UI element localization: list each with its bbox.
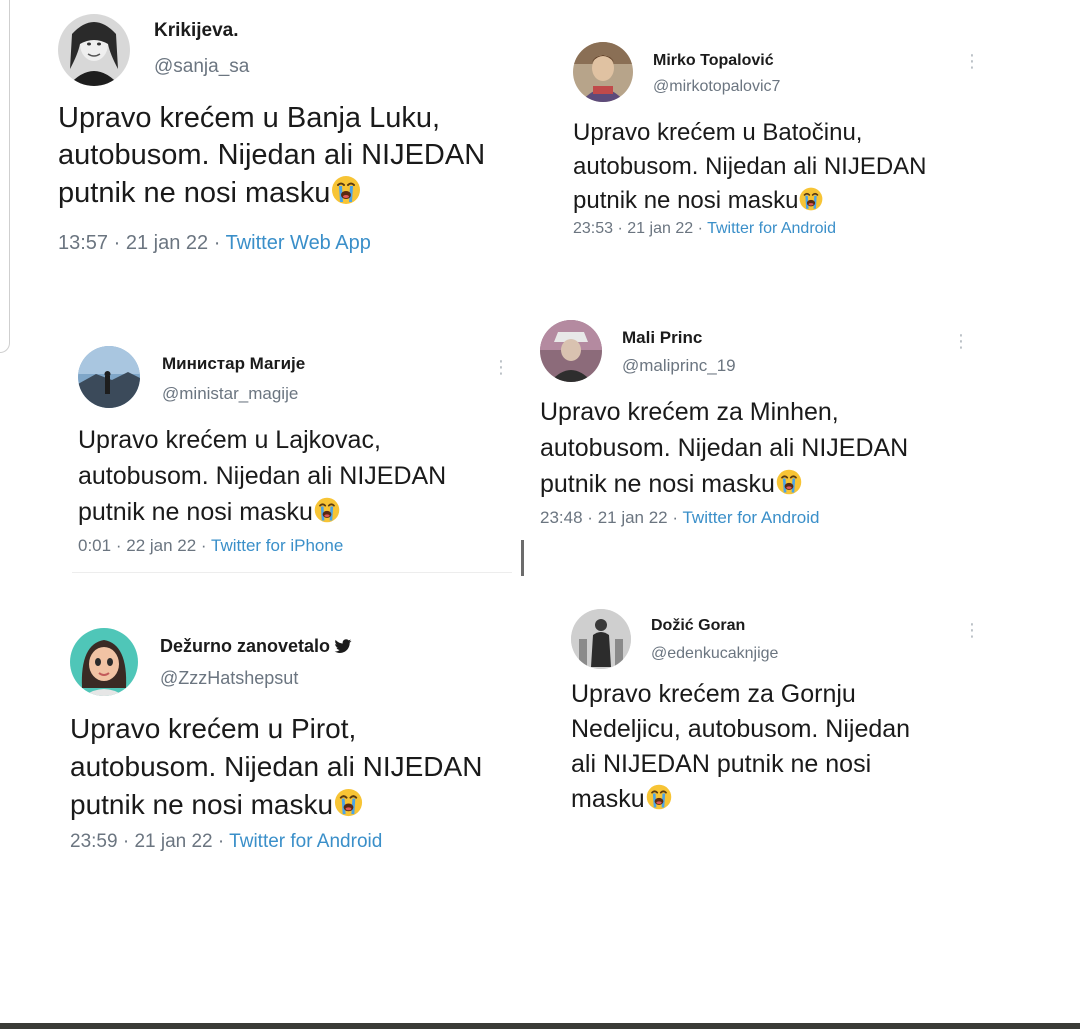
- tweet-text-line: Upravo krećem u Pirot,: [70, 713, 357, 744]
- tweet-text-line: Upravo krećem za Minhen,: [540, 398, 839, 426]
- woman-selfie-avatar[interactable]: [58, 14, 130, 86]
- tweet-text-line: masku: [571, 785, 645, 813]
- tweet-text: Upravo krećem u Banja Luku, autobusom. N…: [58, 100, 485, 216]
- author-handle[interactable]: @sanja_sa: [154, 56, 249, 78]
- author-name[interactable]: Mirko Topalović: [653, 52, 774, 70]
- author-handle[interactable]: @mirkotopalovic7: [653, 78, 780, 96]
- tweet-text-line: putnik ne nosi masku: [573, 187, 799, 214]
- statue-avatar[interactable]: [571, 609, 631, 669]
- more-dots-icon[interactable]: ⋮: [952, 332, 970, 350]
- tweet-text-line: autobusom. Nijedan ali NIJEDAN: [58, 139, 486, 171]
- cartoon-girl-avatar[interactable]: [70, 628, 138, 696]
- author-name[interactable]: Dežurno zanovetalo: [160, 636, 352, 659]
- twitter-bird-icon: [334, 638, 352, 659]
- divider-line: [72, 572, 512, 573]
- tweet-time[interactable]: 13:57: [58, 232, 108, 254]
- tweet-meta: 0:01 · 22 jan 22 · Twitter for iPhone: [78, 536, 344, 555]
- tweet-text: Upravo krećem za Gornju Nedeljicu, autob…: [571, 677, 910, 821]
- tweet-text-line: Upravo krećem u Lajkovac,: [78, 426, 381, 454]
- tweet-card-mali-princ[interactable]: Mali Princ @maliprinc_19 ⋮ Upravo krećem…: [540, 320, 970, 535]
- tweet-meta: 23:53 · 21 jan 22 · Twitter for Android: [573, 220, 837, 237]
- tweet-text: Upravo krećem u Pirot, autobusom. Nijeda…: [70, 710, 482, 828]
- tweet-card-mirko[interactable]: Mirko Topalović @mirkotopalovic7 ⋮ Uprav…: [573, 42, 993, 242]
- tweet-meta: 23:59 · 21 jan 22 · Twitter for Android: [70, 831, 383, 852]
- tweet-source-link[interactable]: Twitter Web App: [226, 232, 371, 254]
- author-name[interactable]: Mali Princ: [622, 328, 702, 348]
- tweet-date[interactable]: 21 jan 22: [126, 232, 208, 254]
- tweet-meta: 13:57 · 21 jan 22 · Twitter Web App: [58, 232, 371, 254]
- crying-face-emoji: [645, 783, 673, 821]
- crying-face-emoji: [333, 787, 364, 828]
- tweet-date[interactable]: 22 jan 22: [126, 536, 196, 555]
- crying-face-emoji: [798, 186, 824, 222]
- crying-face-emoji: [775, 468, 803, 506]
- tweet-text-line: Nedeljicu, autobusom. Nijedan: [571, 715, 911, 743]
- divider-mark: [521, 540, 524, 576]
- tweet-text-line: Upravo krećem za Gornju: [571, 680, 856, 708]
- tweet-time[interactable]: 23:59: [70, 831, 118, 852]
- more-dots-icon[interactable]: ⋮: [963, 621, 981, 639]
- tweet-source-link[interactable]: Twitter for Android: [707, 220, 836, 237]
- more-dots-icon[interactable]: ⋮: [492, 358, 510, 376]
- tweet-text: Upravo krećem u Lajkovac, autobusom. Nij…: [78, 422, 446, 534]
- tweet-text-line: autobusom. Nijedan ali NIJEDAN: [573, 153, 927, 180]
- tweet-card-dezurno[interactable]: Dežurno zanovetalo @ZzzHatshepsut Upravo…: [70, 628, 530, 858]
- man-portrait-avatar[interactable]: [573, 42, 633, 102]
- tweet-text-line: autobusom. Nijedan ali NIJEDAN: [70, 751, 483, 782]
- bottom-bar: [0, 1023, 1080, 1029]
- tweet-time[interactable]: 23:48: [540, 508, 583, 527]
- tweet-date[interactable]: 21 jan 22: [134, 831, 212, 852]
- landscape-avatar[interactable]: [78, 346, 140, 408]
- author-handle[interactable]: @edenkucaknjige: [651, 645, 778, 663]
- author-name[interactable]: Dožić Goran: [651, 617, 745, 635]
- crying-face-emoji: [313, 496, 341, 534]
- author-name[interactable]: Министар Магије: [162, 354, 305, 374]
- more-dots-icon[interactable]: ⋮: [963, 52, 981, 70]
- tweet-date[interactable]: 21 jan 22: [598, 508, 668, 527]
- tweet-source-link[interactable]: Twitter for Android: [229, 831, 382, 852]
- tweet-text-line: putnik ne nosi masku: [540, 470, 775, 498]
- tweet-text-line: Upravo krećem u Batočinu,: [573, 119, 863, 146]
- author-handle[interactable]: @ZzzHatshepsut: [160, 668, 298, 689]
- author-name[interactable]: Krikijeva.: [154, 20, 239, 42]
- tweet-time[interactable]: 23:53: [573, 220, 613, 237]
- tweet-text-line: Upravo krećem u Banja Luku,: [58, 102, 441, 134]
- tweet-text-line: ali NIJEDAN putnik ne nosi: [571, 750, 872, 778]
- author-handle[interactable]: @maliprinc_19: [622, 356, 736, 376]
- crying-face-emoji: [330, 174, 362, 216]
- tweet-text-line: putnik ne nosi masku: [58, 177, 331, 209]
- tweet-text: Upravo krećem u Batočinu, autobusom. Nij…: [573, 116, 927, 222]
- tweet-meta: 23:48 · 21 jan 22 · Twitter for Android: [540, 508, 820, 527]
- author-handle[interactable]: @ministar_magije: [162, 384, 298, 404]
- hat-figure-avatar[interactable]: [540, 320, 602, 382]
- tweet-time[interactable]: 0:01: [78, 536, 111, 555]
- screenshot-canvas: Krikijeva. @sanja_sa Upravo krećem u Ban…: [0, 0, 1080, 1029]
- tweet-text-line: putnik ne nosi masku: [70, 789, 334, 820]
- panel-border: [0, 0, 10, 353]
- tweet-card-krikijeva[interactable]: Krikijeva. @sanja_sa Upravo krećem u Ban…: [58, 14, 538, 264]
- tweet-source-link[interactable]: Twitter for iPhone: [211, 536, 343, 555]
- tweet-text-line: autobusom. Nijedan ali NIJEDAN: [540, 434, 909, 462]
- tweet-date[interactable]: 21 jan 22: [627, 220, 693, 237]
- tweet-card-ministar[interactable]: Министар Магије @ministar_magije ⋮ Uprav…: [78, 346, 518, 561]
- tweet-text-line: putnik ne nosi masku: [78, 498, 313, 526]
- tweet-text: Upravo krećem za Minhen, autobusom. Nije…: [540, 394, 908, 506]
- tweet-source-link[interactable]: Twitter for Android: [682, 508, 819, 527]
- tweet-card-dozic[interactable]: Dožić Goran @edenkucaknjige ⋮ Upravo kre…: [571, 609, 991, 819]
- tweet-text-line: autobusom. Nijedan ali NIJEDAN: [78, 462, 447, 490]
